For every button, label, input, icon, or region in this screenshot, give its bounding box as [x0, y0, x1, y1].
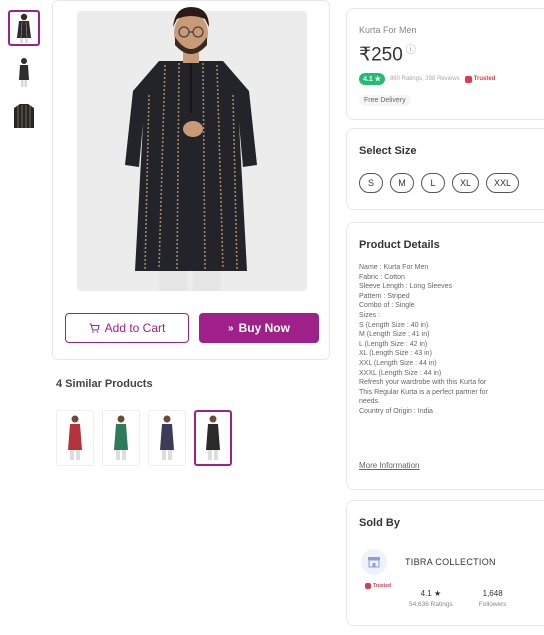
similar-product-4[interactable]: [194, 410, 232, 466]
size-option-s[interactable]: S: [359, 173, 383, 193]
double-chevron-right-icon: »: [228, 322, 234, 334]
kurta-red-thumbnail: [68, 415, 82, 460]
trusted-label: Trusted: [473, 76, 496, 82]
sold-by-card: Sold By TIBRA COLLECTION Trusted 4.1 ★ 5…: [346, 500, 544, 626]
detail-line: Name : Kurta For Men: [359, 264, 429, 271]
similar-product-1[interactable]: [56, 410, 94, 466]
detail-line: M (Length Size : 41 in): [359, 331, 430, 339]
seller-rating-stat: 4.1 ★ 54,636 Ratings: [409, 589, 453, 608]
rating-meta: 860 Ratings, 398 Reviews: [389, 76, 460, 82]
detail-line: Refresh your wardrobe with this Kurta fo…: [359, 379, 487, 387]
trusted-icon: [464, 75, 472, 83]
detail-line: Sizes :: [359, 311, 381, 319]
add-to-cart-label: Add to Cart: [104, 321, 166, 335]
seller-followers-label: Followers: [478, 601, 507, 608]
seller-followers-stat: 1,648 Followers: [479, 589, 507, 608]
more-information-link[interactable]: More Information: [359, 461, 419, 470]
trusted-badge: Trusted: [464, 75, 496, 83]
free-delivery-badge: Free Delivery: [359, 95, 411, 106]
size-option-xl[interactable]: XL: [452, 173, 480, 193]
select-size-card: Select Size S M L XL XXL: [346, 128, 544, 210]
similar-product-3[interactable]: [148, 410, 186, 466]
detail-line: L (Length Size : 42 in): [359, 340, 428, 348]
detail-line: XXXL (Length Size : 44 in): [359, 369, 442, 377]
product-name: Kurta For Men: [359, 25, 417, 35]
detail-line: needs.: [359, 398, 381, 406]
seller-rating-label: 54,636 Ratings: [409, 601, 453, 608]
add-to-cart-button[interactable]: Add to Cart: [65, 313, 189, 343]
product-main-image[interactable]: [63, 3, 321, 293]
sold-by-title: Sold By: [359, 517, 400, 529]
thumbnail-model[interactable]: [8, 54, 40, 90]
price-value: ₹250: [359, 44, 403, 66]
seller-trusted-label: Trusted: [373, 583, 392, 589]
rating-row: 4.1 ★ 860 Ratings, 398 Reviews Trusted: [359, 73, 495, 85]
detail-line: XL (Length Size : 43 in): [359, 350, 432, 358]
kurta-green-thumbnail: [114, 415, 128, 460]
seller-trusted-badge: Trusted: [365, 583, 391, 589]
kurta-black-thumbnail: [206, 415, 220, 460]
thumbnail-front[interactable]: [8, 10, 40, 46]
buy-now-button[interactable]: » Buy Now: [199, 313, 319, 343]
size-options: S M L XL XXL: [359, 173, 520, 193]
kurta-model-illustration: [125, 7, 257, 291]
detail-line: S (Length Size : 40 in): [359, 321, 429, 329]
product-details-card: Product Details Name : Kurta For Men Fab…: [346, 222, 544, 490]
thumbnail-fabric[interactable]: [8, 98, 40, 134]
kurta-front-thumbnail: [17, 13, 31, 43]
seller-stats: 4.1 ★ 54,636 Ratings 1,648 Followers: [409, 589, 507, 608]
kurta-fabric-thumbnail: [14, 104, 34, 128]
buy-now-label: Buy Now: [238, 321, 290, 335]
kurta-navy-thumbnail: [160, 415, 174, 460]
detail-line: This Regular Kurta is a perfect partner …: [359, 388, 488, 396]
seller-name[interactable]: TIBRA COLLECTION: [405, 557, 496, 567]
size-option-xxl[interactable]: XXL: [486, 173, 520, 193]
detail-line: Pattern : Striped: [359, 292, 410, 300]
select-size-title: Select Size: [359, 145, 417, 157]
seller-rating-value: 4.1 ★: [420, 589, 442, 598]
detail-line: Sleeve Length : Long Sleeves: [359, 283, 453, 291]
trusted-icon: [365, 583, 371, 589]
product-summary-card: Kurta For Men ₹250 ⓘ 4.1 ★ 860 Ratings, 3…: [346, 8, 544, 120]
thumbnail-list: [8, 10, 42, 142]
similar-product-2[interactable]: [102, 410, 140, 466]
detail-line: Country of Origin : India: [359, 407, 433, 415]
seller-row[interactable]: TIBRA COLLECTION: [361, 549, 496, 575]
info-icon[interactable]: ⓘ: [406, 45, 416, 56]
size-option-l[interactable]: L: [421, 173, 445, 193]
product-price: ₹250 ⓘ: [359, 41, 416, 66]
cart-icon: [89, 323, 100, 333]
similar-products-list: [56, 410, 232, 466]
seller-followers-value: 1,648: [482, 589, 503, 598]
product-image-card: Add to Cart » Buy Now: [52, 0, 330, 360]
detail-line: XXL (Length Size : 44 in): [359, 359, 437, 367]
kurta-model-thumbnail: [19, 58, 29, 87]
size-option-m[interactable]: M: [390, 173, 414, 193]
detail-line: Combo of : Single: [359, 302, 415, 310]
shop-icon: [361, 549, 387, 575]
rating-badge: 4.1 ★: [359, 73, 385, 85]
product-details-list: Name : Kurta For Men Fabric : Cotton Sle…: [359, 263, 544, 417]
product-details-title: Product Details: [359, 239, 440, 251]
similar-products-title: 4 Similar Products: [56, 378, 153, 390]
detail-line: Fabric : Cotton: [359, 273, 405, 281]
